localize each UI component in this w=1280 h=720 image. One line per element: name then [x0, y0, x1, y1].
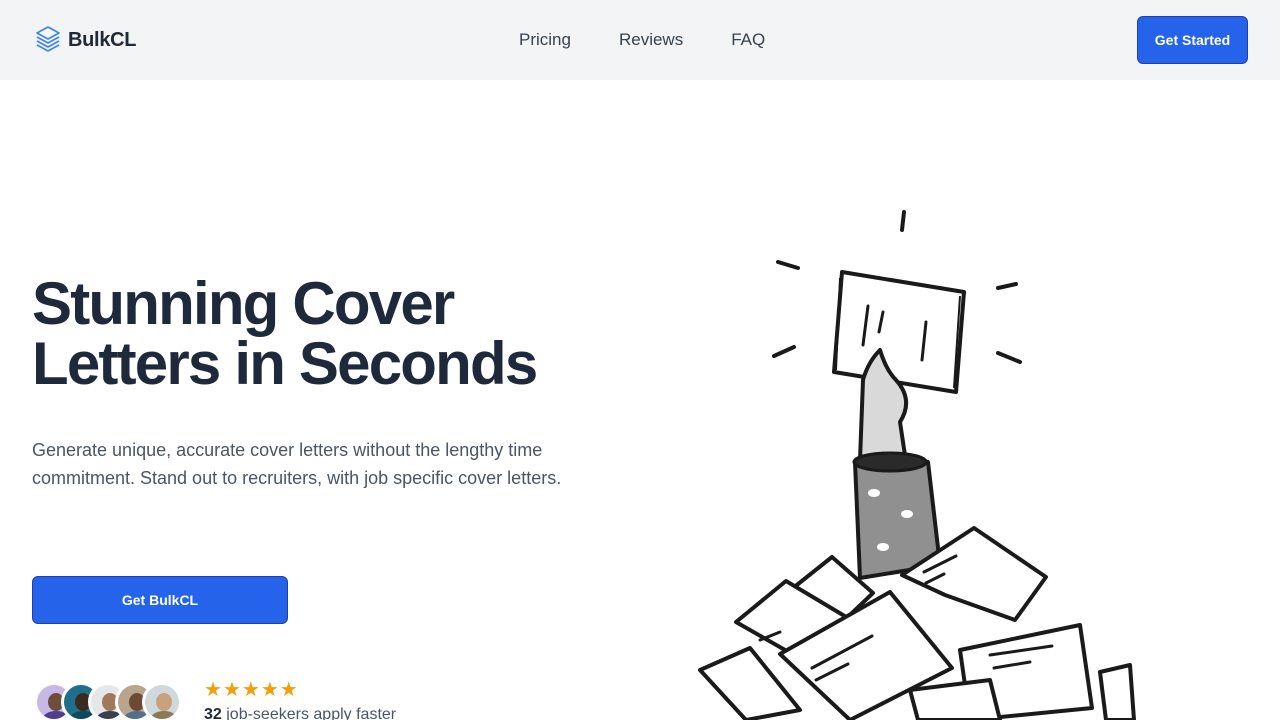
social-proof-count: 32: [204, 706, 222, 720]
held-letter: [832, 270, 966, 394]
hero-title-line-2: Letters in Seconds: [32, 330, 538, 397]
social-proof-text: 32 job-seekers apply faster: [204, 706, 396, 720]
hero-title-line-1: Stunning Cover: [32, 270, 455, 337]
get-bulkcl-button[interactable]: Get BulkCL: [32, 576, 288, 624]
star-icon: ★: [241, 679, 260, 701]
nav-link-pricing[interactable]: Pricing: [519, 30, 571, 50]
hero-title: Stunning Cover Letters in Seconds: [32, 274, 632, 394]
avatar: [142, 682, 182, 720]
star-icon: ★: [260, 679, 279, 701]
nav-links: Pricing Reviews FAQ: [519, 30, 765, 50]
nav-link-reviews[interactable]: Reviews: [619, 30, 683, 50]
hero-illustration: [698, 210, 1136, 720]
get-started-button[interactable]: Get Started: [1137, 16, 1248, 64]
hero-subtitle: Generate unique, accurate cover letters …: [32, 440, 562, 488]
star-icon: ★: [222, 679, 241, 701]
nav-link-faq[interactable]: FAQ: [731, 30, 765, 50]
brand-logo[interactable]: BulkCL: [34, 24, 137, 56]
navbar: BulkCL Pricing Reviews FAQ Get Started: [0, 0, 1280, 80]
star-rating: ★ ★ ★ ★ ★: [204, 680, 298, 700]
stacked-layers-icon: [36, 26, 60, 52]
rating: ★ ★ ★ ★ ★ 32 job-seekers apply faster: [204, 680, 396, 720]
star-icon: ★: [279, 679, 298, 701]
brand-name: BulkCL: [68, 28, 137, 51]
star-icon: ★: [204, 679, 222, 701]
social-proof-label: job-seekers apply faster: [226, 706, 397, 720]
